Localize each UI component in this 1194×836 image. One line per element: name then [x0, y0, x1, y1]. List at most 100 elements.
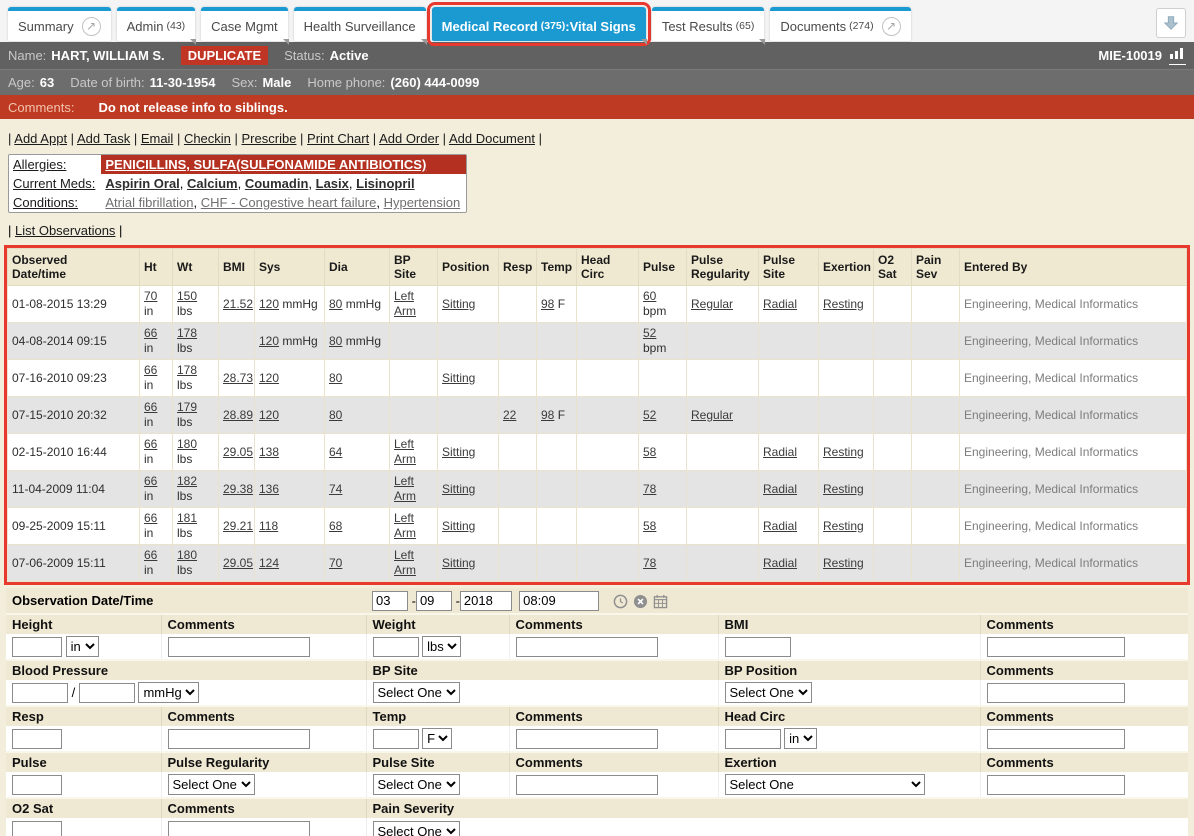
- observation-value-link[interactable]: Sitting: [442, 556, 475, 570]
- calendar-icon[interactable]: [653, 594, 668, 609]
- resp-comments-input[interactable]: [168, 729, 310, 749]
- observation-value-link[interactable]: Radial: [763, 519, 797, 533]
- exertion-comments-input[interactable]: [987, 775, 1125, 795]
- external-link-icon[interactable]: ↗: [882, 17, 901, 36]
- condition-link[interactable]: Atrial fibrillation: [105, 195, 193, 210]
- observation-value-link[interactable]: Radial: [763, 556, 797, 570]
- clear-date-icon[interactable]: [633, 594, 648, 609]
- observation-value-link[interactable]: Left Arm: [394, 548, 416, 577]
- medication-link[interactable]: Aspirin Oral: [105, 176, 179, 191]
- bp-diastolic-input[interactable]: [79, 683, 135, 703]
- observation-value-link[interactable]: Left Arm: [394, 289, 416, 318]
- observation-value-link[interactable]: 70: [144, 289, 157, 303]
- observation-value-link[interactable]: 29.05: [223, 556, 253, 570]
- condition-link[interactable]: Hypertension: [384, 195, 461, 210]
- observation-value-link[interactable]: Left Arm: [394, 437, 416, 466]
- weight-comments-input[interactable]: [516, 637, 658, 657]
- o2-sat-comments-input[interactable]: [168, 821, 310, 836]
- bp-unit-select[interactable]: mmHg: [138, 682, 199, 703]
- tab-summary[interactable]: Summary↗: [8, 7, 111, 41]
- observation-value-link[interactable]: 180: [177, 437, 197, 451]
- date-year-input[interactable]: [460, 591, 512, 611]
- time-input[interactable]: [519, 591, 599, 611]
- action-link-prescribe[interactable]: Prescribe: [242, 131, 297, 146]
- observation-value-link[interactable]: 180: [177, 548, 197, 562]
- observation-value-link[interactable]: Sitting: [442, 519, 475, 533]
- weight-input[interactable]: [373, 637, 419, 657]
- observation-value-link[interactable]: 120: [259, 408, 279, 422]
- observation-value-link[interactable]: 68: [329, 519, 342, 533]
- tab-test-results[interactable]: Test Results (65): [652, 7, 765, 41]
- observation-value-link[interactable]: Radial: [763, 482, 797, 496]
- condition-link[interactable]: CHF - Congestive heart failure: [201, 195, 377, 210]
- observation-value-link[interactable]: 98: [541, 408, 554, 422]
- observation-value-link[interactable]: 138: [259, 445, 279, 459]
- pain-severity-select[interactable]: Select One: [373, 821, 460, 836]
- weight-unit-select[interactable]: lbs: [422, 636, 461, 657]
- observation-value-link[interactable]: 178: [177, 326, 197, 340]
- observation-value-link[interactable]: 66: [144, 511, 157, 525]
- observation-value-link[interactable]: 60: [643, 289, 656, 303]
- action-link-checkin[interactable]: Checkin: [184, 131, 231, 146]
- o2-sat-input[interactable]: [12, 821, 62, 836]
- action-link-add-document[interactable]: Add Document: [449, 131, 535, 146]
- observation-value-link[interactable]: 74: [329, 482, 342, 496]
- observation-value-link[interactable]: Resting: [823, 445, 864, 459]
- medication-link[interactable]: Calcium: [187, 176, 238, 191]
- observation-value-link[interactable]: Resting: [823, 556, 864, 570]
- observation-value-link[interactable]: 98: [541, 297, 554, 311]
- observation-value-link[interactable]: 28.89: [223, 408, 253, 422]
- observation-value-link[interactable]: 178: [177, 363, 197, 377]
- pulse-regularity-select[interactable]: Select One: [168, 774, 255, 795]
- pulse-site-select[interactable]: Select One: [373, 774, 460, 795]
- observation-value-link[interactable]: 29.38: [223, 482, 253, 496]
- observation-value-link[interactable]: 136: [259, 482, 279, 496]
- observation-value-link[interactable]: 29.21: [223, 519, 253, 533]
- observation-value-link[interactable]: 80: [329, 371, 342, 385]
- action-link-add-task[interactable]: Add Task: [77, 131, 130, 146]
- bp-systolic-input[interactable]: [12, 683, 68, 703]
- conditions-link[interactable]: Conditions:: [13, 195, 78, 210]
- observation-value-link[interactable]: 120: [259, 371, 279, 385]
- observation-value-link[interactable]: 66: [144, 400, 157, 414]
- height-unit-select[interactable]: in: [66, 636, 99, 657]
- date-month-input[interactable]: [372, 591, 408, 611]
- observation-value-link[interactable]: Sitting: [442, 297, 475, 311]
- allergy-value-link[interactable]: PENICILLINS, SULFA(SULFONAMIDE ANTIBIOTI…: [105, 157, 426, 172]
- observation-value-link[interactable]: 66: [144, 437, 157, 451]
- observation-value-link[interactable]: Sitting: [442, 445, 475, 459]
- action-link-add-appt[interactable]: Add Appt: [14, 131, 67, 146]
- temp-unit-select[interactable]: F: [422, 728, 452, 749]
- observation-value-link[interactable]: Regular: [691, 408, 733, 422]
- external-link-icon[interactable]: ↗: [82, 17, 101, 36]
- observation-value-link[interactable]: Resting: [823, 482, 864, 496]
- observation-value-link[interactable]: 124: [259, 556, 279, 570]
- observation-value-link[interactable]: 58: [643, 445, 656, 459]
- observation-value-link[interactable]: 66: [144, 363, 157, 377]
- bp-position-select[interactable]: Select One: [725, 682, 812, 703]
- medication-link[interactable]: Coumadin: [245, 176, 309, 191]
- temp-input[interactable]: [373, 729, 419, 749]
- head-circ-input[interactable]: [725, 729, 781, 749]
- head-circ-unit-select[interactable]: in: [784, 728, 817, 749]
- observation-value-link[interactable]: Left Arm: [394, 474, 416, 503]
- observation-value-link[interactable]: 64: [329, 445, 342, 459]
- tab-health-surveillance[interactable]: Health Surveillance: [294, 7, 426, 41]
- height-input[interactable]: [12, 637, 62, 657]
- observation-value-link[interactable]: 118: [259, 519, 278, 533]
- list-observations-link[interactable]: List Observations: [15, 223, 115, 238]
- action-link-print-chart[interactable]: Print Chart: [307, 131, 369, 146]
- observation-value-link[interactable]: Resting: [823, 297, 864, 311]
- observation-value-link[interactable]: 66: [144, 474, 157, 488]
- current-meds-link[interactable]: Current Meds:: [13, 176, 95, 191]
- medication-link[interactable]: Lasix: [316, 176, 349, 191]
- observation-value-link[interactable]: 80: [329, 334, 342, 348]
- allergies-link[interactable]: Allergies:: [13, 157, 66, 172]
- download-button[interactable]: [1156, 8, 1186, 38]
- action-link-email[interactable]: Email: [141, 131, 174, 146]
- medication-link[interactable]: Lisinopril: [356, 176, 415, 191]
- observation-value-link[interactable]: 80: [329, 408, 342, 422]
- observation-value-link[interactable]: 120: [259, 334, 279, 348]
- observation-value-link[interactable]: 66: [144, 548, 157, 562]
- observation-value-link[interactable]: 181: [177, 511, 197, 525]
